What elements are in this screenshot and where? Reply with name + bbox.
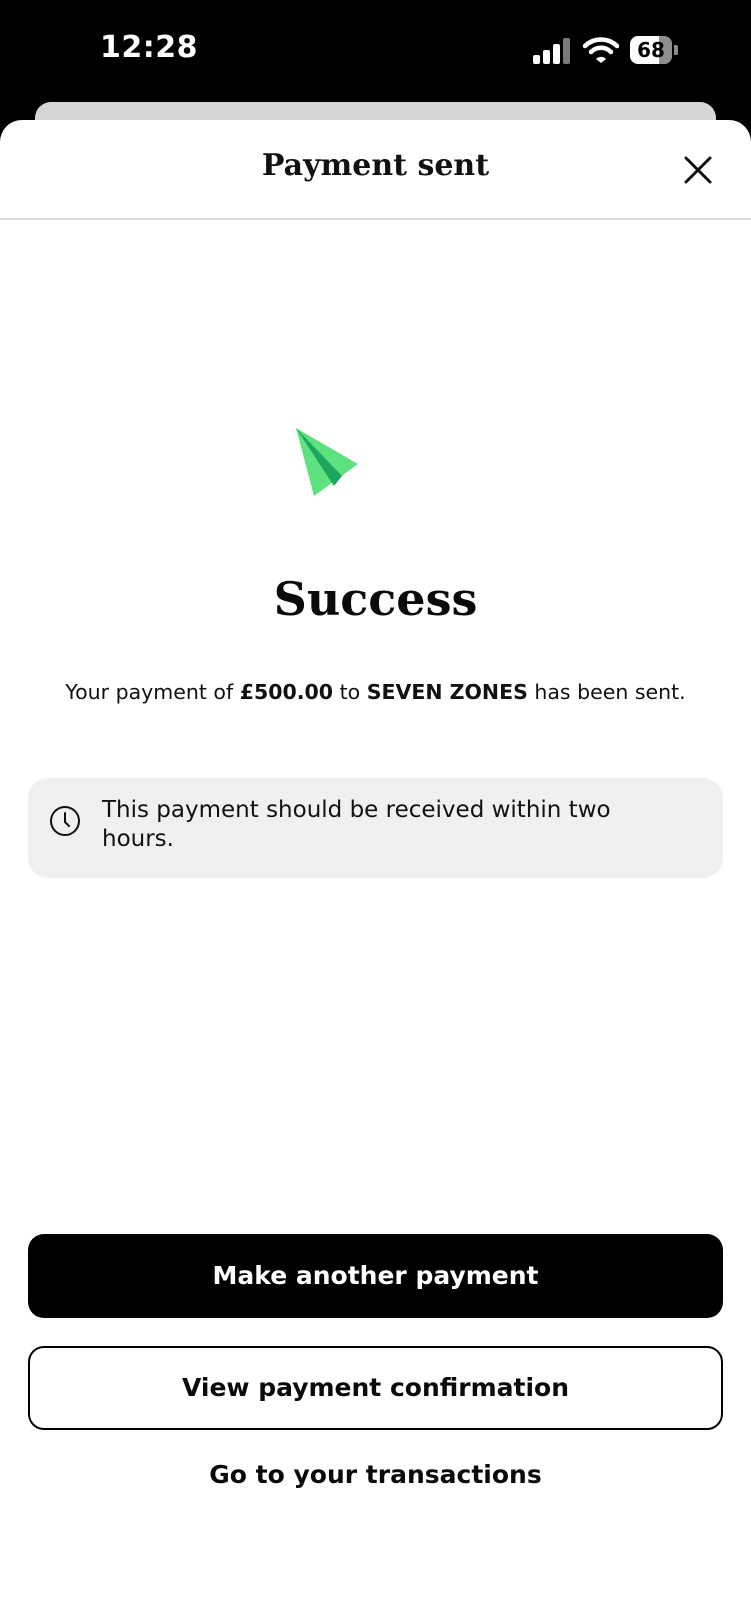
message-prefix: Your payment of xyxy=(65,680,240,704)
battery-level: 68 xyxy=(637,38,665,62)
info-card: This payment should be received within t… xyxy=(28,778,723,878)
message-middle: to xyxy=(333,680,367,704)
payee-name: SEVEN ZONES xyxy=(366,680,528,704)
status-bar: 12:28 68 xyxy=(0,0,751,100)
sheet-title: Payment sent xyxy=(261,148,490,183)
wifi-icon xyxy=(583,37,619,63)
battery-icon: 68 xyxy=(630,36,678,64)
paper-plane-icon xyxy=(296,428,358,496)
sheet-header: Payment sent xyxy=(0,120,751,220)
make-another-payment-button[interactable]: Make another payment xyxy=(28,1234,723,1318)
close-icon[interactable] xyxy=(676,148,720,192)
signal-icon xyxy=(533,38,573,64)
message-suffix: has been sent. xyxy=(527,680,686,704)
clock-icon xyxy=(50,806,80,836)
go-to-transactions-link[interactable]: Go to your transactions xyxy=(0,1460,751,1489)
info-text: This payment should be received within t… xyxy=(102,797,611,852)
payment-sent-sheet: Payment sent Success Your payment of £50… xyxy=(0,120,751,1600)
success-heading: Success xyxy=(273,572,478,626)
payment-amount: £500.00 xyxy=(239,680,334,704)
view-payment-confirmation-button[interactable]: View payment confirmation xyxy=(28,1346,723,1430)
status-time: 12:28 xyxy=(100,30,198,65)
payment-message: Your payment of £500.00 to SEVEN ZONES h… xyxy=(0,680,751,704)
